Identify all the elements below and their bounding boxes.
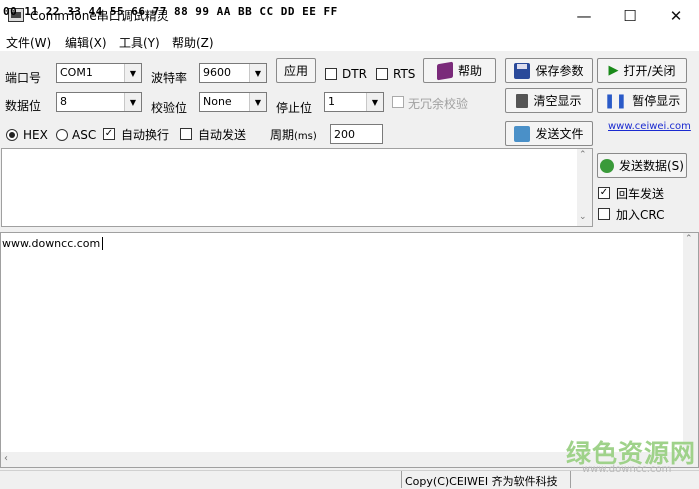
apply-button[interactable]: 应用 [276,58,316,83]
save-params-button[interactable]: 保存参数 [505,58,593,83]
menu-edit[interactable]: 编辑(X) [65,34,107,51]
pause-display-button[interactable]: ❚❚ 暂停显示 [597,88,687,113]
auto-send-checkbox[interactable] [180,128,192,140]
port-select[interactable]: COM1 ▼ [56,63,142,83]
port-value: COM1 [60,66,93,79]
data-bits-select[interactable]: 8 ▼ [56,92,142,112]
watermark-url: www.downcc.com [582,464,672,475]
maximize-button[interactable]: ☐ [607,0,653,31]
receive-content: www.downcc.com [2,237,101,250]
enter-send-checkbox[interactable]: ✓ [598,187,610,199]
dtr-label: DTR [342,67,367,81]
stop-bits-value: 1 [328,95,335,108]
open-close-button[interactable]: ▶ 打开/关闭 [597,58,687,83]
play-icon: ▶ [608,63,619,78]
close-button[interactable]: ✕ [653,0,699,31]
baud-value: 9600 [203,66,231,79]
data-bits-label: 数据位 [5,99,42,113]
rts-checkbox[interactable] [376,68,388,80]
help-button-label: 帮助 [457,64,482,78]
chevron-down-icon: ▼ [124,64,141,82]
save-params-label: 保存参数 [535,64,584,78]
help-button[interactable]: 帮助 [423,58,496,83]
hex-radio[interactable] [6,129,18,141]
text-caret [102,237,103,250]
send-file-button[interactable]: 发送文件 [505,121,593,146]
menu-help[interactable]: 帮助(Z) [172,34,214,51]
send-textarea[interactable] [1,148,593,227]
receive-vertical-scrollbar[interactable] [683,233,698,452]
pause-icon: ❚❚ [603,92,628,109]
status-separator [401,471,402,488]
menu-tools[interactable]: 工具(Y) [119,34,160,51]
trash-icon [516,93,529,108]
send-data-label: 发送数据(S) [619,159,684,173]
clear-display-label: 清空显示 [533,94,582,108]
open-close-label: 打开/关闭 [623,64,676,78]
rts-label: RTS [393,67,416,81]
chevron-down-icon: ▼ [249,64,266,82]
status-separator [570,471,571,488]
add-crc-checkbox[interactable] [598,208,610,220]
send-data-icon [600,158,614,173]
chevron-down-icon: ▼ [249,93,266,111]
minimize-button[interactable]: — [561,0,607,31]
dtr-checkbox[interactable] [325,68,337,80]
chevron-down-icon: ▼ [124,93,141,111]
receive-textarea[interactable] [0,232,699,468]
menu-file[interactable]: 文件(W) [6,34,51,51]
period-label-text: 周期 [270,128,295,142]
stop-bits-label: 停止位 [276,101,313,115]
parity-select[interactable]: None ▼ [199,92,267,112]
hex-label: HEX [23,128,48,142]
parity-value: None [203,95,232,108]
book-icon [436,61,453,80]
port-label: 端口号 [5,71,42,85]
scroll-up-icon[interactable]: ⌃ [579,150,587,160]
asc-label: ASC [72,128,97,142]
data-bits-value: 8 [60,95,67,108]
baud-select[interactable]: 9600 ▼ [199,63,267,83]
auto-send-label: 自动发送 [198,128,247,142]
asc-radio[interactable] [56,129,68,141]
chevron-down-icon: ▼ [366,93,383,111]
period-label: 周期(ms) [270,126,317,143]
scroll-up-icon[interactable]: ⌃ [685,234,693,244]
parity-label: 校验位 [151,101,188,115]
copyright-text: Copy(C)CEIWEI 齐为软件科技 [405,475,558,488]
scroll-down-icon[interactable]: ⌄ [579,212,587,222]
period-input[interactable]: 200 [330,124,383,144]
pause-display-label: 暂停显示 [632,94,681,108]
stop-bits-select[interactable]: 1 ▼ [324,92,384,112]
clear-display-button[interactable]: 清空显示 [505,88,593,113]
auto-newline-label: 自动换行 [121,128,170,142]
enter-send-label: 回车发送 [616,187,665,201]
send-content: 00 11 22 33 44 55 66 77 88 99 AA BB CC D… [3,5,338,18]
add-crc-label: 加入CRC [616,208,665,222]
auto-newline-checkbox[interactable]: ✓ [103,128,115,140]
folder-send-icon [514,125,531,142]
period-unit: (ms) [294,131,317,142]
floppy-disk-icon [514,62,531,79]
no-redundant-label: 无冗余校验 [408,97,469,111]
scroll-left-icon[interactable]: ‹ [4,453,8,464]
no-redundant-checkbox[interactable] [392,96,404,108]
website-link[interactable]: www.ceiwei.com [608,121,691,132]
baud-label: 波特率 [151,71,188,85]
send-file-label: 发送文件 [535,127,584,141]
send-data-button[interactable]: 发送数据(S) [597,153,687,178]
